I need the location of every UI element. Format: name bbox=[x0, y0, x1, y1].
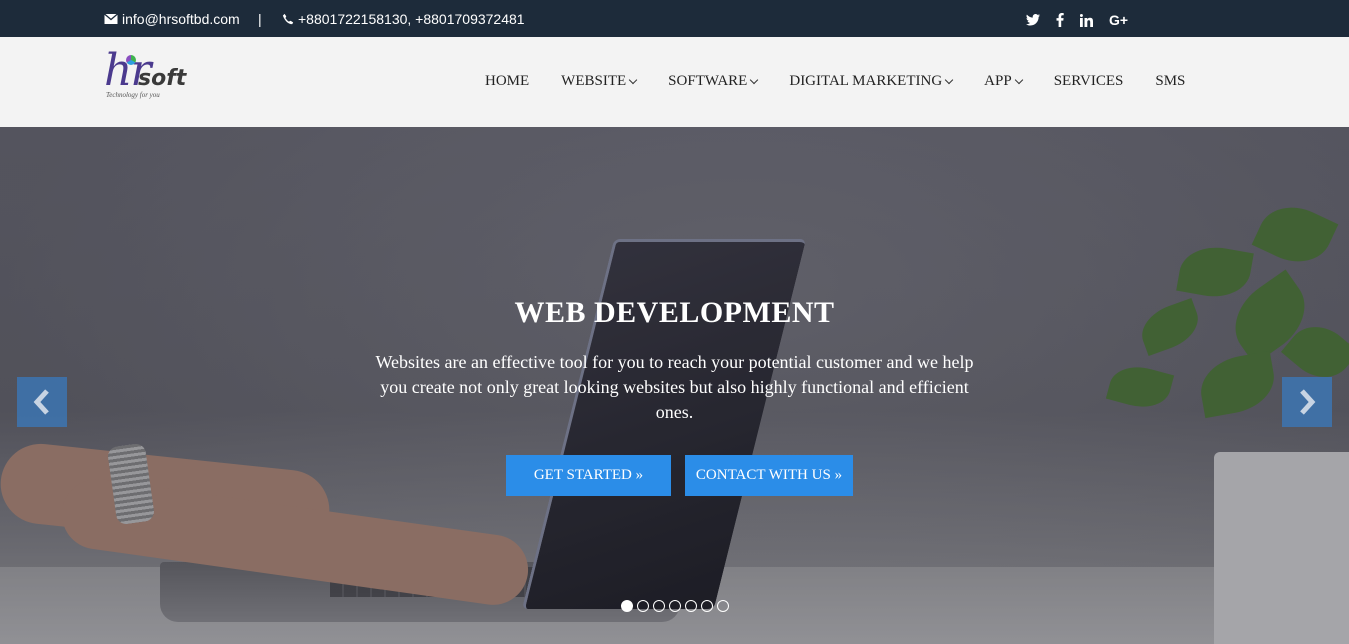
slider-next-button[interactable] bbox=[1282, 377, 1332, 427]
slider-dot[interactable] bbox=[621, 600, 633, 612]
nav-item-digital-marketing[interactable]: DIGITAL MARKETING bbox=[789, 73, 954, 90]
envelope-icon bbox=[104, 13, 118, 24]
nav-item-software[interactable]: SOFTWARE bbox=[668, 73, 759, 90]
contact-phone[interactable]: +8801722158130, +8801709372481 bbox=[282, 11, 525, 27]
hero-title: WEB DEVELOPMENT bbox=[514, 296, 835, 329]
nav-item-label: SOFTWARE bbox=[668, 73, 748, 89]
email-text: info@hrsoftbd.com bbox=[122, 11, 240, 27]
top-bar: info@hrsoftbd.com | +8801722158130, +880… bbox=[0, 0, 1349, 37]
twitter-icon[interactable] bbox=[1026, 14, 1040, 26]
contact-separator: | bbox=[258, 11, 262, 27]
nav-item-label: HOME bbox=[485, 73, 530, 89]
chevron-right-icon bbox=[1300, 389, 1316, 415]
hero-description: Websites are an effective tool for you t… bbox=[375, 352, 974, 422]
chevron-down-icon bbox=[1014, 75, 1023, 84]
hero-slider: WEB DEVELOPMENT Websites are an effectiv… bbox=[0, 127, 1349, 644]
linkedin-icon[interactable] bbox=[1080, 13, 1093, 27]
contact-email[interactable]: info@hrsoftbd.com bbox=[104, 11, 240, 27]
main-nav: HOME WEBSITE SOFTWARE DIGITAL MARKETING … bbox=[485, 73, 1185, 90]
site-logo[interactable]: hr soft Technology for you bbox=[104, 45, 204, 100]
nav-item-home[interactable]: HOME bbox=[485, 73, 529, 90]
nav-item-website[interactable]: WEBSITE bbox=[561, 73, 638, 90]
slider-dot[interactable] bbox=[717, 600, 729, 612]
chevron-down-icon bbox=[944, 75, 954, 84]
nav-item-label: SERVICES bbox=[1053, 73, 1124, 89]
chevron-down-icon bbox=[628, 75, 638, 84]
facebook-icon[interactable] bbox=[1056, 13, 1064, 27]
chevron-down-icon bbox=[750, 75, 759, 84]
nav-item-label: DIGITAL MARKETING bbox=[789, 73, 943, 89]
social-links: G+ bbox=[1026, 12, 1128, 28]
logo-dot-icon bbox=[126, 55, 136, 65]
slider-dot[interactable] bbox=[669, 600, 681, 612]
slider-dot[interactable] bbox=[637, 600, 649, 612]
slider-dot[interactable] bbox=[685, 600, 697, 612]
contact-with-us-button[interactable]: CONTACT WITH US » bbox=[685, 455, 853, 496]
nav-item-sms[interactable]: SMS bbox=[1155, 73, 1185, 90]
nav-item-label: SMS bbox=[1155, 73, 1186, 89]
logo-soft: soft bbox=[138, 66, 187, 91]
slider-indicators bbox=[621, 600, 729, 612]
slider-prev-button[interactable] bbox=[17, 377, 67, 427]
nav-item-app[interactable]: APP bbox=[984, 73, 1023, 90]
site-header: hr soft Technology for you HOME WEBSITE … bbox=[0, 37, 1349, 127]
get-started-button[interactable]: GET STARTED » bbox=[506, 455, 671, 496]
phone-text: +8801722158130, +8801709372481 bbox=[298, 11, 525, 27]
slider-dot[interactable] bbox=[653, 600, 665, 612]
nav-item-label: WEBSITE bbox=[561, 73, 627, 89]
google-plus-icon[interactable]: G+ bbox=[1109, 12, 1128, 28]
chevron-left-icon bbox=[33, 389, 49, 415]
logo-tagline: Technology for you bbox=[106, 91, 160, 99]
nav-item-label: APP bbox=[984, 73, 1012, 89]
slider-dot[interactable] bbox=[701, 600, 713, 612]
phone-icon bbox=[282, 13, 294, 25]
nav-item-services[interactable]: SERVICES bbox=[1054, 73, 1124, 90]
